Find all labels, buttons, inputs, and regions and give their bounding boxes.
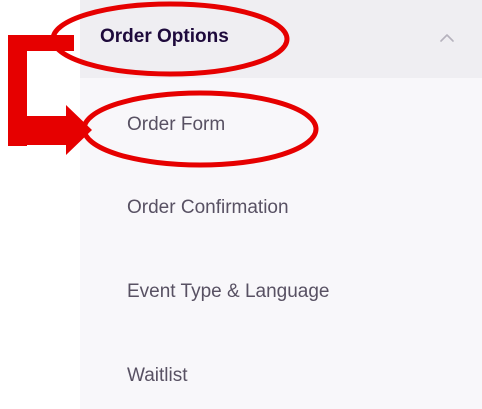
order-options-section-toggle[interactable]: Order Options — [80, 0, 482, 78]
arrow-top-bar — [8, 35, 74, 51]
arrow-bottom-bar — [8, 116, 66, 145]
sidebar-item-label: Order Confirmation — [127, 197, 289, 218]
sidebar-item-order-confirmation[interactable]: Order Confirmation — [80, 179, 482, 239]
sidebar-item-label: Waitlist — [127, 365, 188, 386]
sidebar-item-event-type-language[interactable]: Event Type & Language — [80, 263, 482, 323]
red-arrow — [9, 38, 88, 139]
chevron-up-icon — [440, 34, 454, 42]
sidebar-item-label: Order Form — [127, 114, 226, 135]
order-options-sidebar: Order Options Order Form Order Confirmat… — [80, 0, 482, 409]
section-title: Order Options — [100, 26, 229, 47]
arrow-vertical-bar — [8, 35, 27, 146]
screenshot-stage: Order Options Order Form Order Confirmat… — [0, 0, 482, 409]
sidebar-item-order-form[interactable]: Order Form — [80, 96, 482, 156]
sidebar-item-waitlist[interactable]: Waitlist — [80, 347, 482, 407]
sidebar-item-label: Event Type & Language — [127, 281, 330, 302]
